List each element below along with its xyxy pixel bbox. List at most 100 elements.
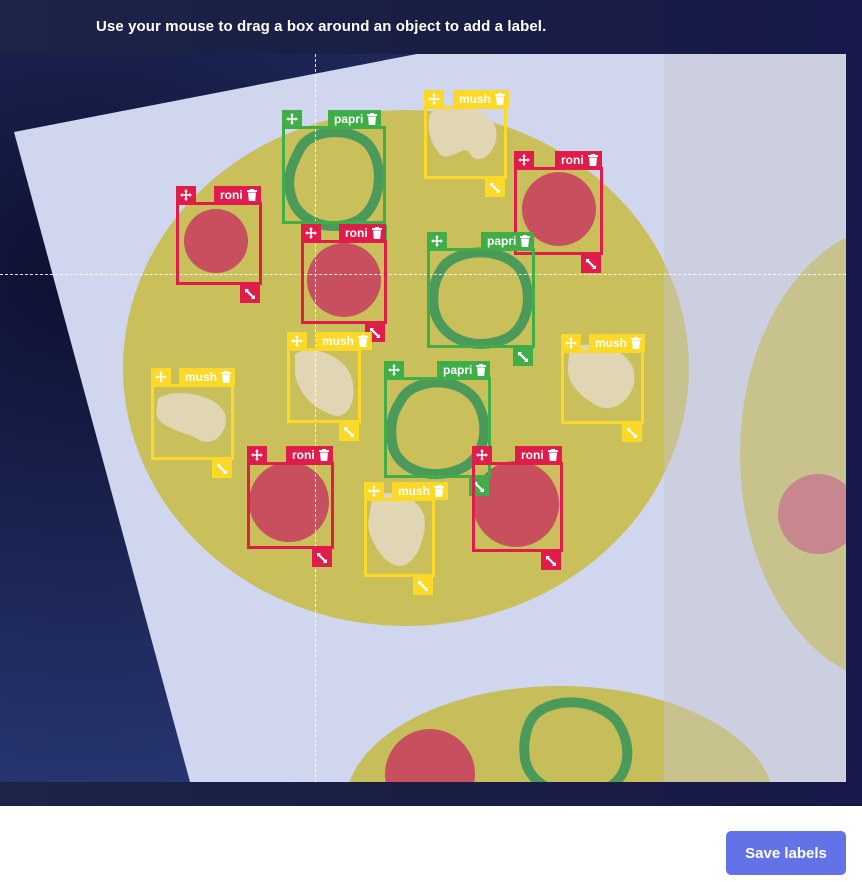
move-handle[interactable] (427, 232, 447, 250)
bounding-box[interactable]: papri (427, 232, 535, 366)
trash-icon[interactable] (371, 227, 382, 239)
move-handle[interactable] (151, 368, 171, 386)
label-tag: mush (392, 482, 449, 500)
bounding-box[interactable]: mush (561, 334, 646, 442)
label-tag: mush (316, 332, 373, 350)
move-handle[interactable] (282, 110, 302, 128)
move-handle[interactable] (287, 332, 307, 350)
trash-icon[interactable] (246, 189, 257, 201)
trash-icon[interactable] (367, 113, 378, 125)
move-arrows-icon (180, 189, 192, 201)
resize-diagonal-icon (518, 352, 528, 362)
label-tag: roni (214, 186, 261, 204)
save-labels-button[interactable]: Save labels (726, 831, 846, 875)
resize-handle[interactable] (312, 549, 332, 567)
resize-diagonal-icon (217, 464, 227, 474)
label-tag: papri (481, 232, 535, 250)
resize-diagonal-icon (317, 553, 327, 563)
move-handle[interactable] (424, 90, 444, 108)
label-text: papri (443, 363, 473, 377)
move-arrows-icon (565, 337, 577, 349)
resize-handle[interactable] (413, 577, 433, 595)
move-handle[interactable] (384, 361, 404, 379)
move-handle[interactable] (472, 446, 492, 464)
resize-diagonal-icon (490, 183, 500, 193)
trash-icon[interactable] (520, 235, 531, 247)
label-text: mush (322, 334, 355, 348)
label-tag: roni (555, 151, 602, 169)
move-arrows-icon (368, 485, 380, 497)
resize-handle[interactable] (212, 460, 232, 478)
dimmed-region (664, 54, 846, 782)
move-arrows-icon (286, 113, 298, 125)
trash-icon[interactable] (358, 335, 369, 347)
move-handle[interactable] (514, 151, 534, 169)
trash-icon[interactable] (434, 485, 445, 497)
label-text: roni (345, 226, 368, 240)
bounding-box[interactable]: papri (282, 110, 387, 243)
resize-handle[interactable] (240, 285, 260, 303)
move-arrows-icon (251, 449, 263, 461)
resize-diagonal-icon (418, 581, 428, 591)
move-handle[interactable] (247, 446, 267, 464)
resize-handle[interactable] (485, 179, 505, 197)
move-handle[interactable] (364, 482, 384, 500)
label-text: mush (185, 370, 218, 384)
label-text: roni (521, 448, 544, 462)
trash-icon[interactable] (476, 364, 487, 376)
bounding-box[interactable]: roni (176, 186, 262, 303)
bounding-box[interactable]: mush (424, 90, 510, 197)
bounding-box[interactable]: mush (287, 332, 373, 441)
label-text: mush (595, 336, 628, 350)
trash-icon[interactable] (547, 449, 558, 461)
annotation-panel: Use your mouse to drag a box around an o… (0, 0, 862, 806)
resize-handle[interactable] (541, 552, 561, 570)
move-arrows-icon (388, 364, 400, 376)
label-text: papri (487, 234, 517, 248)
label-tag: roni (515, 446, 562, 464)
move-arrows-icon (428, 93, 440, 105)
resize-diagonal-icon (586, 259, 596, 269)
move-handle[interactable] (561, 334, 581, 352)
trash-icon[interactable] (631, 337, 642, 349)
move-arrows-icon (155, 371, 167, 383)
label-tag: roni (339, 224, 386, 242)
label-text: roni (292, 448, 315, 462)
label-tag: mush (179, 368, 236, 386)
instruction-text: Use your mouse to drag a box around an o… (96, 18, 547, 35)
move-arrows-icon (518, 154, 530, 166)
move-arrows-icon (305, 227, 317, 239)
label-text: roni (220, 188, 243, 202)
label-tag: papri (437, 361, 491, 379)
bounding-box[interactable]: roni (472, 446, 563, 570)
label-text: roni (561, 153, 584, 167)
move-arrows-icon (476, 449, 488, 461)
resize-handle[interactable] (622, 424, 642, 442)
bounding-box[interactable]: mush (364, 482, 449, 595)
label-tag: mush (453, 90, 510, 108)
image-canvas[interactable]: papri mush roni roni roni papri mush mus… (0, 54, 846, 782)
resize-handle[interactable] (339, 423, 359, 441)
move-arrows-icon (431, 235, 443, 247)
label-text: papri (334, 112, 364, 126)
bounding-box[interactable]: roni (301, 224, 387, 342)
resize-diagonal-icon (546, 556, 556, 566)
resize-handle[interactable] (513, 348, 533, 366)
trash-icon[interactable] (495, 93, 506, 105)
resize-handle[interactable] (581, 255, 601, 273)
bounding-box[interactable]: mush (151, 368, 236, 478)
move-handle[interactable] (301, 224, 321, 242)
resize-diagonal-icon (344, 427, 354, 437)
label-text: mush (459, 92, 492, 106)
label-tag: roni (286, 446, 333, 464)
trash-icon[interactable] (587, 154, 598, 166)
crosshair-horizontal (0, 274, 846, 275)
trash-icon[interactable] (221, 371, 232, 383)
move-arrows-icon (291, 335, 303, 347)
bounding-box[interactable]: roni (247, 446, 334, 567)
trash-icon[interactable] (318, 449, 329, 461)
move-handle[interactable] (176, 186, 196, 204)
label-text: mush (398, 484, 431, 498)
resize-diagonal-icon (627, 428, 637, 438)
label-tag: mush (589, 334, 646, 352)
